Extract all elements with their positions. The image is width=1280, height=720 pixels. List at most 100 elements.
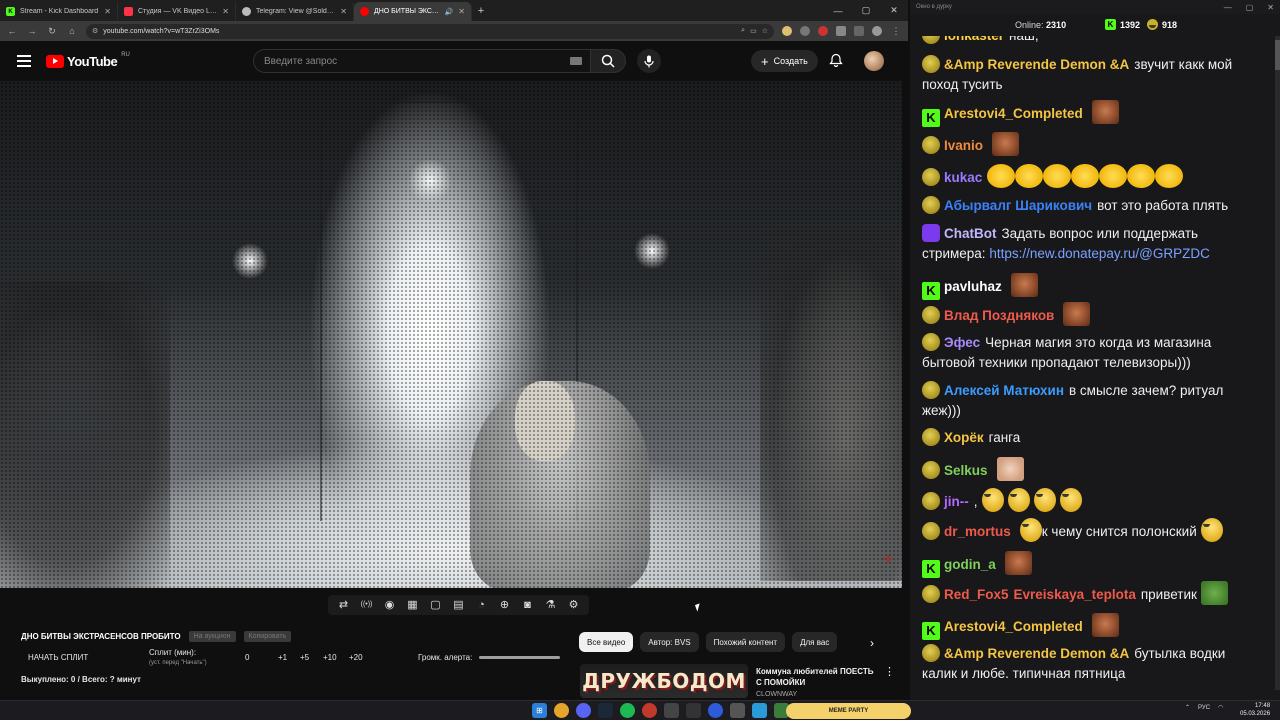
- close-window-icon[interactable]: ✕: [880, 5, 908, 16]
- voice-search-button[interactable]: [637, 49, 661, 73]
- close-icon[interactable]: ✕: [458, 7, 465, 16]
- chat-username[interactable]: dr_mortus: [944, 524, 1011, 539]
- menu-dots-icon[interactable]: ⋮: [890, 26, 902, 37]
- copy-button[interactable]: Копировать: [243, 631, 292, 642]
- zoom-icon[interactable]: ⌕: [741, 27, 745, 35]
- minimize-icon[interactable]: —: [1224, 3, 1232, 12]
- speed-icon[interactable]: ◔: [472, 597, 491, 613]
- flask-icon[interactable]: ⚗: [541, 597, 560, 613]
- tray-chevron-icon[interactable]: ⌃: [1185, 704, 1190, 711]
- screen-icon[interactable]: ▢: [426, 597, 445, 613]
- language-indicator[interactable]: РУС: [1198, 705, 1210, 711]
- chat-username[interactable]: pavluhaz: [944, 279, 1002, 294]
- create-button[interactable]: + Создать: [751, 50, 818, 72]
- clock[interactable]: 17:48 05.03.2026: [1240, 702, 1270, 718]
- site-info-icon[interactable]: ⚙: [92, 27, 98, 35]
- chat-username[interactable]: Алексей Матюхин: [944, 383, 1064, 398]
- telegram-icon[interactable]: [752, 703, 767, 718]
- back-icon[interactable]: ←: [6, 26, 18, 36]
- chat-username[interactable]: &Amp Reverende Demon &A: [944, 646, 1129, 661]
- tab-kick[interactable]: K Stream - Kick Dashboard ✕: [0, 2, 118, 21]
- app-icon[interactable]: [730, 703, 745, 718]
- extension-icon[interactable]: [782, 26, 792, 36]
- split-value[interactable]: 0: [245, 653, 278, 662]
- steam-icon[interactable]: [598, 703, 613, 718]
- clapper-icon[interactable]: ▦: [403, 597, 422, 613]
- chat-username[interactable]: ChatBot: [944, 226, 997, 241]
- home-icon[interactable]: ⌂: [66, 26, 78, 36]
- chat-username[interactable]: Arestovi4_Completed: [944, 619, 1083, 634]
- audio-icon[interactable]: 🔊: [445, 8, 454, 16]
- gear-icon[interactable]: ⚙: [564, 597, 583, 613]
- search-input[interactable]: [264, 55, 570, 67]
- chip-author[interactable]: Автор: BVS: [640, 632, 699, 652]
- camera-record-icon[interactable]: ◉: [380, 597, 399, 613]
- chat-username[interactable]: Arestovi4_Completed: [944, 106, 1083, 121]
- chat-username[interactable]: lonkaster: [944, 36, 1004, 43]
- spotify-icon[interactable]: [620, 703, 635, 718]
- chat-username[interactable]: Влад Поздняков: [944, 308, 1054, 323]
- broadcast-icon[interactable]: ((•)): [357, 597, 376, 613]
- recommendation-thumbnail[interactable]: ДРУЖБОДОМ: [580, 664, 748, 698]
- reload-icon[interactable]: ↻: [46, 26, 58, 37]
- bookmark-icon[interactable]: ☆: [762, 27, 768, 35]
- obs-icon[interactable]: [642, 703, 657, 718]
- chat-username[interactable]: Red_Fox5: [944, 587, 1009, 602]
- url-text[interactable]: youtube.com/watch?v=wT3ZrZi3OMs: [103, 28, 736, 35]
- recommendation-card[interactable]: ДРУЖБОДОМ Коммуна любителей ПОЕСТЬ С ПОМ…: [580, 662, 908, 700]
- chip-all-videos[interactable]: Все видео: [579, 632, 634, 652]
- recommendation-channel[interactable]: CLOWNWAY: [756, 691, 797, 698]
- chip-similar[interactable]: Похожий контент: [705, 632, 786, 652]
- chat-username[interactable]: Абырвалг Шарикович: [944, 198, 1092, 213]
- maximize-icon[interactable]: ▢: [852, 5, 880, 16]
- add-icon[interactable]: ⊕: [495, 597, 514, 613]
- chat-link[interactable]: https://new.donatepay.ru/@GRPZDC: [989, 246, 1210, 261]
- tab-telegram[interactable]: Telegram: View @Soldierofforti ✕: [236, 2, 354, 21]
- forward-icon[interactable]: →: [26, 26, 38, 36]
- chat-username[interactable]: Эфес: [944, 335, 980, 350]
- split-plus-10-button[interactable]: +10: [323, 653, 349, 662]
- chat-scrollbar[interactable]: [1275, 36, 1280, 690]
- chrome-icon[interactable]: [554, 703, 569, 718]
- app-icon[interactable]: [686, 703, 701, 718]
- extension-icon[interactable]: [800, 26, 810, 36]
- meme-party-widget[interactable]: MEME PARTY: [786, 703, 911, 719]
- repeat-icon[interactable]: ⇄: [334, 597, 353, 613]
- chat-username[interactable]: &Amp Reverende Demon &A: [944, 57, 1129, 72]
- discord-icon[interactable]: [576, 703, 591, 718]
- chat-username[interactable]: kukac: [944, 170, 982, 185]
- video-player[interactable]: ✈: [0, 81, 902, 588]
- tab-vk[interactable]: Студия — VK Видео Live ✕: [118, 2, 236, 21]
- menu-icon[interactable]: [17, 55, 31, 67]
- keyboard-icon[interactable]: [570, 57, 582, 65]
- minimize-icon[interactable]: —: [824, 6, 852, 16]
- close-icon[interactable]: ✕: [104, 7, 111, 16]
- chat-username[interactable]: jin--: [944, 494, 969, 509]
- bell-icon[interactable]: [829, 53, 843, 67]
- tab-youtube[interactable]: ДНО БИТВЫ ЭКСТРАСЕНС 🔊 ✕: [354, 2, 472, 21]
- recommendation-title[interactable]: Коммуна любителей ПОЕСТЬ С ПОМОЙКИ: [756, 666, 874, 688]
- subtitles-icon[interactable]: ▤: [449, 597, 468, 613]
- start-split-button[interactable]: НАЧАТЬ СПЛИТ: [28, 653, 88, 662]
- chat-username[interactable]: godin_a: [944, 557, 996, 572]
- split-plus-20-button[interactable]: +20: [349, 653, 363, 662]
- snapshot-icon[interactable]: ◙: [518, 597, 537, 613]
- alert-volume-slider[interactable]: [479, 656, 561, 659]
- channel-watermark-icon[interactable]: ✈: [882, 551, 894, 568]
- wifi-icon[interactable]: ◠: [1218, 704, 1223, 711]
- chat-username[interactable]: Evreiskaya_teplota: [1014, 587, 1136, 602]
- chevron-right-icon[interactable]: ›: [870, 636, 874, 650]
- maximize-icon[interactable]: ▢: [1246, 3, 1254, 12]
- split-plus-1-button[interactable]: +1: [278, 653, 300, 662]
- extensions-puzzle-icon[interactable]: [836, 26, 846, 36]
- chat-username[interactable]: Ivanio: [944, 138, 983, 153]
- new-tab-button[interactable]: +: [472, 2, 490, 21]
- close-icon[interactable]: ✕: [222, 7, 229, 16]
- app-icon[interactable]: [664, 703, 679, 718]
- split-plus-5-button[interactable]: +5: [300, 653, 323, 662]
- auction-button[interactable]: На аукцион: [188, 631, 236, 642]
- search-button[interactable]: [590, 49, 626, 73]
- youtube-logo[interactable]: YouTube RU: [46, 52, 130, 69]
- avatar[interactable]: [864, 51, 884, 71]
- close-icon[interactable]: ✕: [340, 7, 347, 16]
